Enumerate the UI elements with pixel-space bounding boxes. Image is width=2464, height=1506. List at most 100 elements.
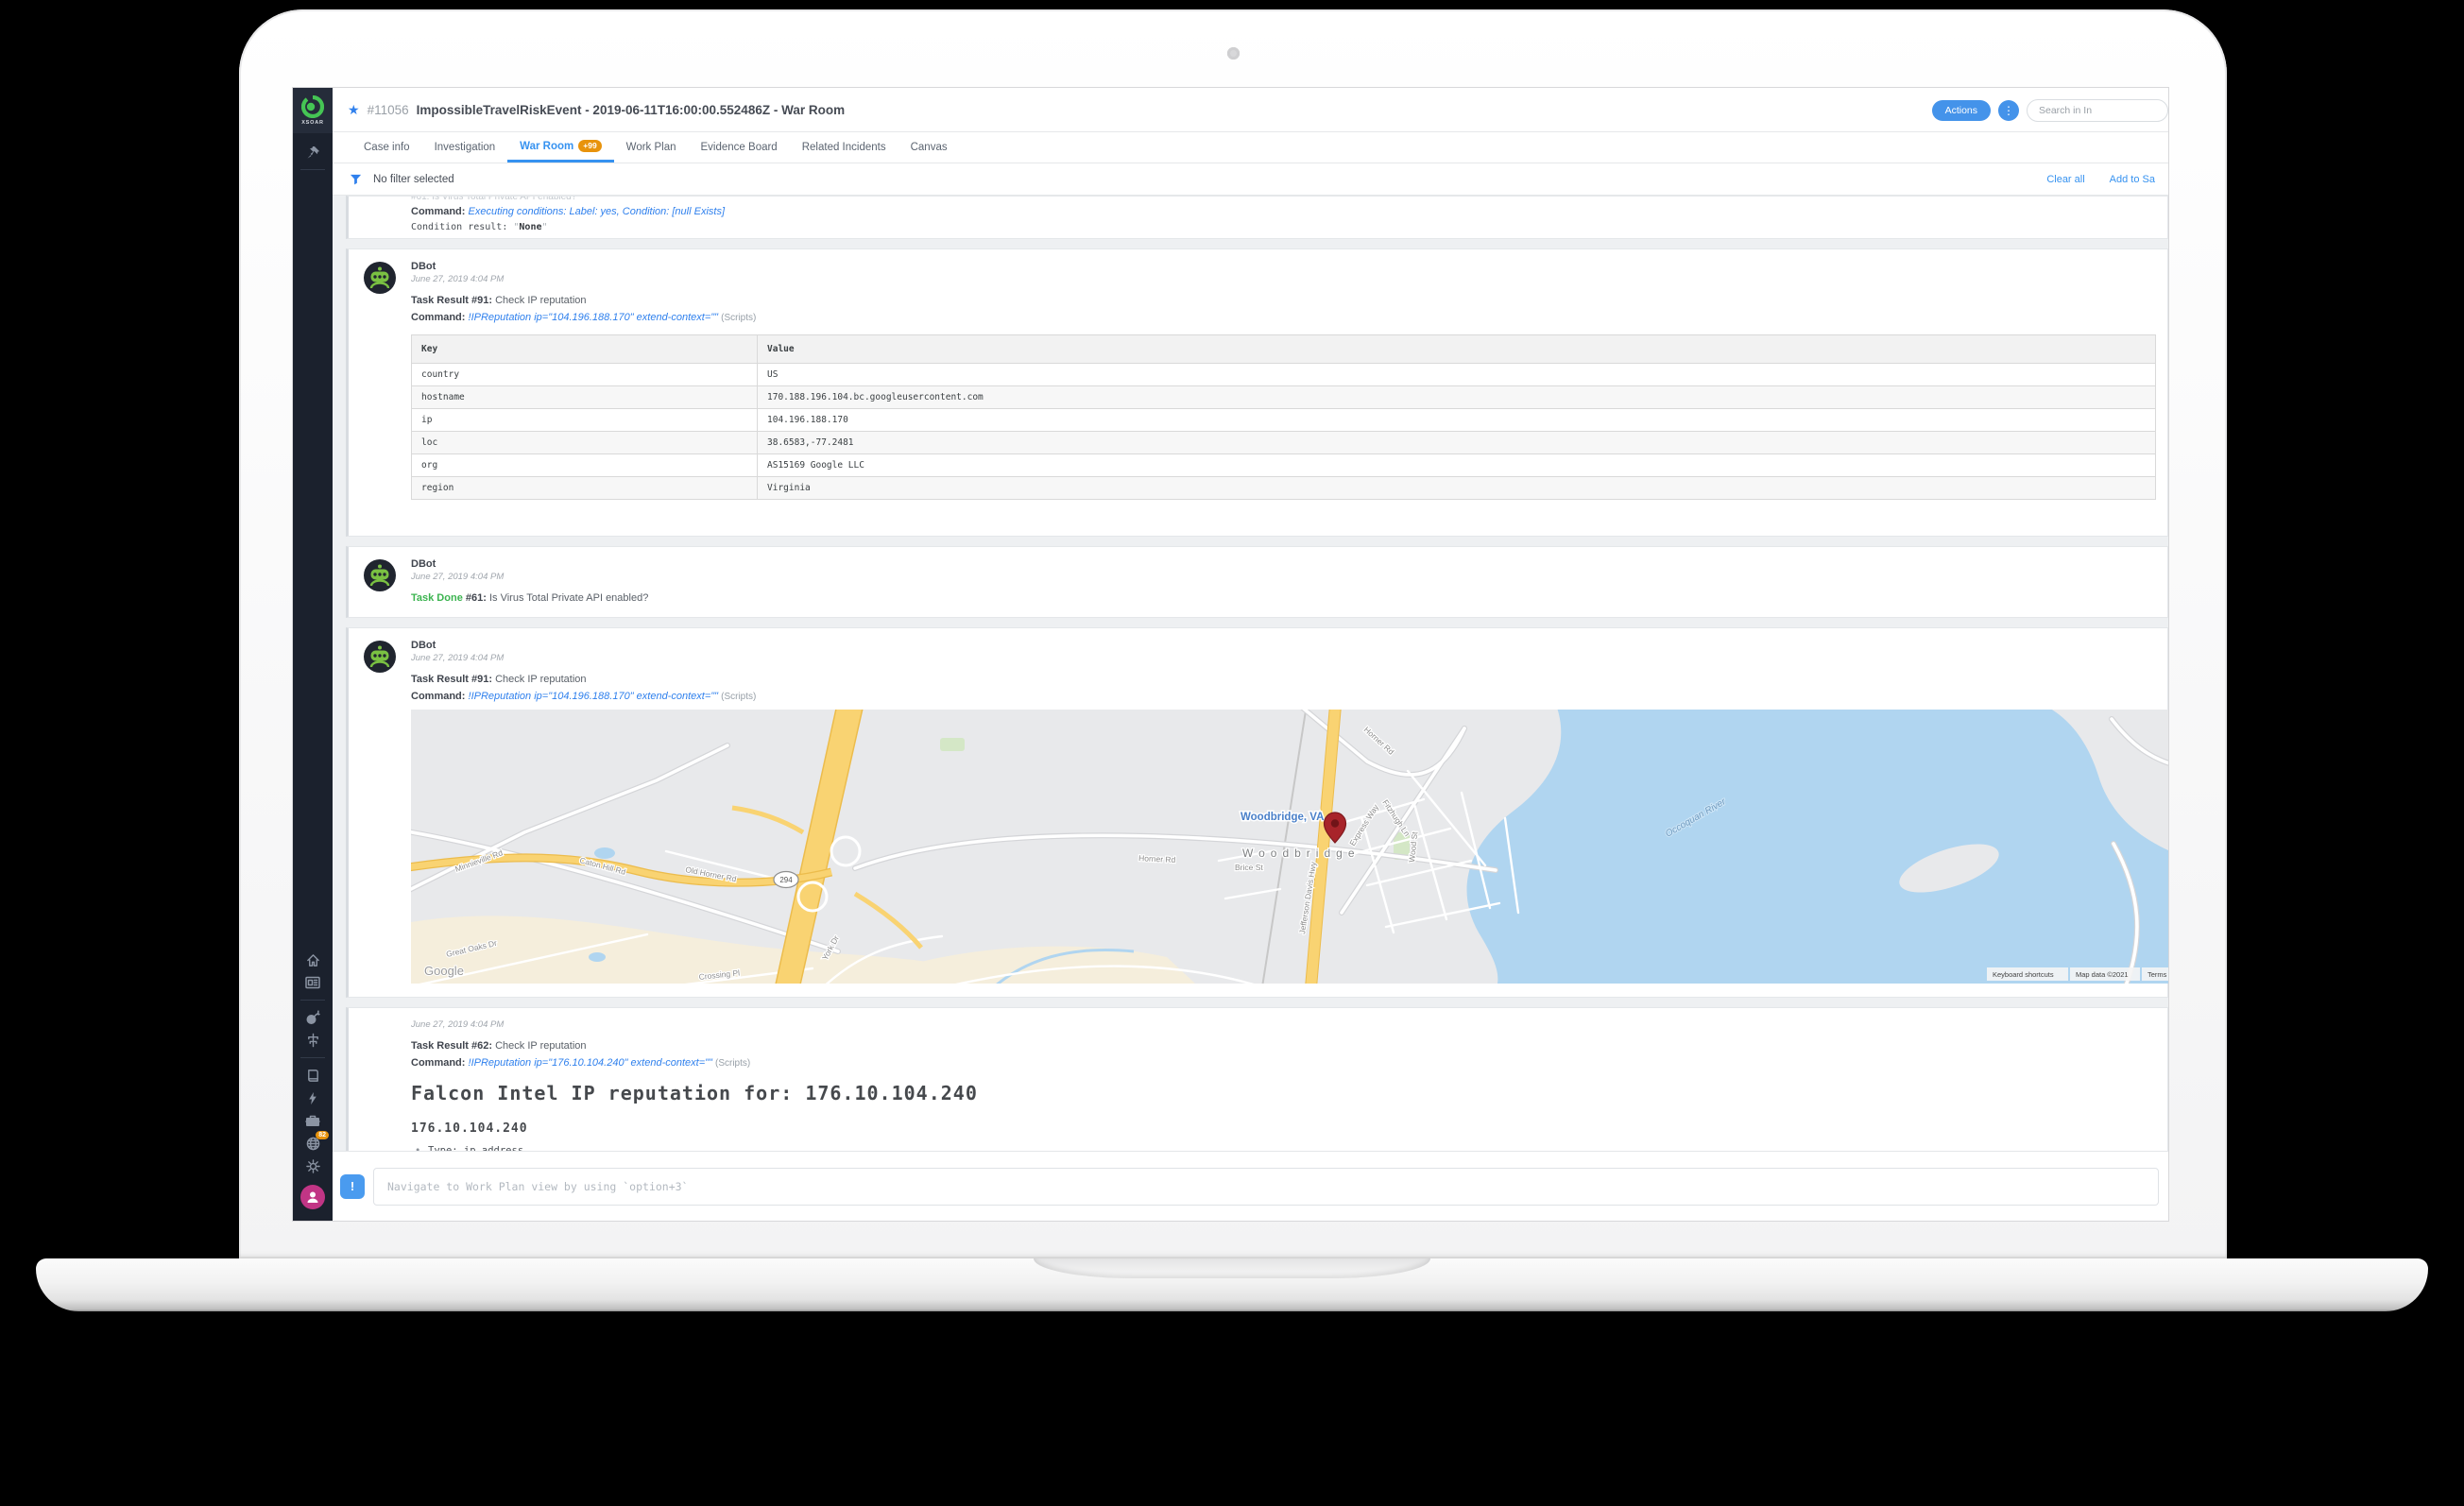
map-label-road: Brice St (1235, 863, 1263, 872)
command-text[interactable]: Executing conditions: Label: yes, Condit… (469, 206, 725, 217)
pin-icon[interactable] (293, 141, 333, 163)
sidebar-divider (300, 1000, 325, 1001)
xsoar-logo-icon (301, 95, 324, 118)
command-line: Command: !IPReputation ip="104.196.188.1… (411, 312, 2156, 323)
clipped-task-text: #61: Is Virus Total Private API enabled? (411, 196, 2156, 201)
table-row: loc38.6583,-77.2481 (412, 432, 2156, 454)
command-bang-button[interactable]: ! (340, 1174, 365, 1199)
ip-reputation-table: Key Value countryUS hostname170.188.196.… (411, 334, 2156, 500)
map-label-place: Woodbridge (1242, 847, 1360, 860)
war-room-count-badge: +99 (578, 140, 601, 152)
settings-gear-icon[interactable] (293, 1155, 333, 1177)
dbot-avatar (363, 261, 397, 295)
laptop-camera (1227, 47, 1240, 60)
main-panel: ★ #11056 ImpossibleTravelRiskEvent - 201… (333, 88, 2168, 1221)
tab-work-plan[interactable]: Work Plan (614, 132, 689, 163)
timestamp: June 27, 2019 4:04 PM (411, 572, 2156, 582)
table-row: ip104.196.188.170 (412, 409, 2156, 432)
xsoar-logo[interactable]: XSOAR (293, 88, 333, 133)
table-row: hostname170.188.196.104.bc.googleusercon… (412, 386, 2156, 409)
timestamp: June 27, 2019 4:04 PM (411, 274, 2156, 284)
falcon-intel-heading: Falcon Intel IP reputation for: 176.10.1… (411, 1082, 2156, 1104)
automation-bolt-icon[interactable] (293, 1087, 333, 1109)
sidebar: XSOAR (293, 88, 333, 1221)
map-label-road: Horner Rd (1138, 853, 1176, 864)
table-row: regionVirginia (412, 477, 2156, 500)
laptop-base (36, 1258, 2428, 1311)
tab-bar: Case info Investigation War Room+99 Work… (333, 132, 2168, 163)
laptop-notch (1034, 1258, 1430, 1278)
filter-funnel-icon[interactable] (350, 174, 362, 185)
playbook-book-icon[interactable] (293, 1064, 333, 1087)
table-row: orgAS15169 Google LLC (412, 454, 2156, 477)
command-text[interactable]: !IPReputation ip="176.10.104.240" extend… (469, 1057, 712, 1069)
dbot-avatar (363, 558, 397, 592)
tab-canvas[interactable]: Canvas (898, 132, 960, 163)
xsoar-logo-text: XSOAR (301, 120, 324, 126)
command-text[interactable]: !IPReputation ip="104.196.188.170" exten… (469, 691, 719, 702)
map-label-city: Woodbridge, VA (1241, 812, 1324, 823)
geolocation-map[interactable]: 294 Minnieville Rd Caton Hill Rd Old Hor… (411, 710, 2168, 984)
author-name[interactable]: DBot (411, 261, 2156, 272)
war-room-entry-task-62: June 27, 2019 4:04 PM Task Result #62: C… (346, 1007, 2168, 1151)
incident-header: ★ #11056 ImpossibleTravelRiskEvent - 201… (333, 88, 2168, 132)
sidebar-divider (300, 169, 325, 170)
timestamp: June 27, 2019 4:04 PM (411, 653, 2158, 663)
war-room-cli-input[interactable] (373, 1168, 2159, 1206)
add-to-saved-link[interactable]: Add to Sa (2110, 174, 2155, 185)
tab-investigation[interactable]: Investigation (422, 132, 508, 163)
table-header-value: Value (758, 335, 2156, 364)
timestamp: June 27, 2019 4:04 PM (411, 1019, 2156, 1030)
command-text[interactable]: !IPReputation ip="104.196.188.170" exten… (469, 312, 719, 323)
actions-button[interactable]: Actions (1932, 100, 1991, 121)
tab-case-info[interactable]: Case info (351, 132, 422, 163)
incident-title: ImpossibleTravelRiskEvent - 2019-06-11T1… (417, 103, 845, 117)
map-keyboard-shortcuts[interactable]: Keyboard shortcuts (1993, 970, 2054, 979)
user-avatar[interactable] (300, 1185, 325, 1209)
map-terms-link[interactable]: Terms of Us (2147, 970, 2168, 979)
dbot-avatar (363, 640, 397, 674)
task-result-line: Task Result #91: Check IP reputation (411, 295, 2156, 306)
incidents-bomb-icon[interactable] (293, 1006, 333, 1029)
favorite-star-icon[interactable]: ★ (348, 102, 360, 118)
marketplace-globe-icon[interactable]: 82 (293, 1132, 333, 1155)
jobs-briefcase-icon[interactable] (293, 1109, 333, 1132)
task-done-line: Task Done #61: Is Virus Total Private AP… (411, 592, 2156, 604)
author-name[interactable]: DBot (411, 640, 2158, 651)
war-room-entry-task-done-61: DBot June 27, 2019 4:04 PM Task Done #61… (346, 546, 2168, 618)
table-row: countryUS (412, 364, 2156, 386)
tab-evidence-board[interactable]: Evidence Board (689, 132, 790, 163)
war-room-entry-task-91-table: DBot June 27, 2019 4:04 PM Task Result #… (346, 248, 2168, 537)
war-room-feed[interactable]: #61: Is Virus Total Private API enabled?… (333, 196, 2168, 1151)
tab-war-room[interactable]: War Room+99 (507, 132, 614, 163)
detail-item: Type: ip_address (411, 1145, 2156, 1151)
dashboard-icon[interactable] (293, 971, 333, 994)
author-name[interactable]: DBot (411, 558, 2156, 570)
war-room-entry-task-91-map: DBot June 27, 2019 4:04 PM Task Result #… (346, 627, 2168, 998)
command-line: Command: !IPReputation ip="176.10.104.24… (411, 1057, 2156, 1069)
task-result-line: Task Result #91: Check IP reputation (411, 674, 2158, 685)
filter-status-text: No filter selected (373, 174, 454, 185)
filter-bar: No filter selected Clear all Add to Sa (333, 163, 2168, 196)
google-watermark: Google (424, 964, 464, 978)
war-room-entry-clipped: #61: Is Virus Total Private API enabled?… (346, 196, 2168, 239)
command-line: Command: !IPReputation ip="104.196.188.1… (411, 691, 2158, 702)
incident-id: #11056 (368, 103, 409, 117)
table-header-key: Key (412, 335, 758, 364)
command-line: Command: Executing conditions: Label: ye… (411, 206, 2156, 217)
map-data-attribution: Map data ©2021 (2076, 970, 2129, 979)
home-icon[interactable] (293, 949, 333, 971)
tab-related-incidents[interactable]: Related Incidents (790, 132, 898, 163)
clear-all-link[interactable]: Clear all (2046, 174, 2084, 185)
signpost-icon[interactable] (293, 1029, 333, 1052)
task-result-line: Task Result #62: Check IP reputation (411, 1040, 2156, 1052)
map-route-badge: 294 (779, 876, 793, 884)
search-input[interactable] (2027, 99, 2168, 122)
condition-result: Condition result: "None" (411, 222, 2156, 232)
page-background: XSOAR (0, 0, 2464, 1506)
falcon-intel-details: Type: ip_address Last update: Unknown (411, 1145, 2156, 1151)
kebab-menu-button[interactable]: ⋮ (1998, 100, 2019, 121)
laptop-screen: XSOAR (293, 88, 2168, 1221)
sidebar-divider (300, 1057, 325, 1058)
chat-input-bar: ! (333, 1151, 2168, 1221)
